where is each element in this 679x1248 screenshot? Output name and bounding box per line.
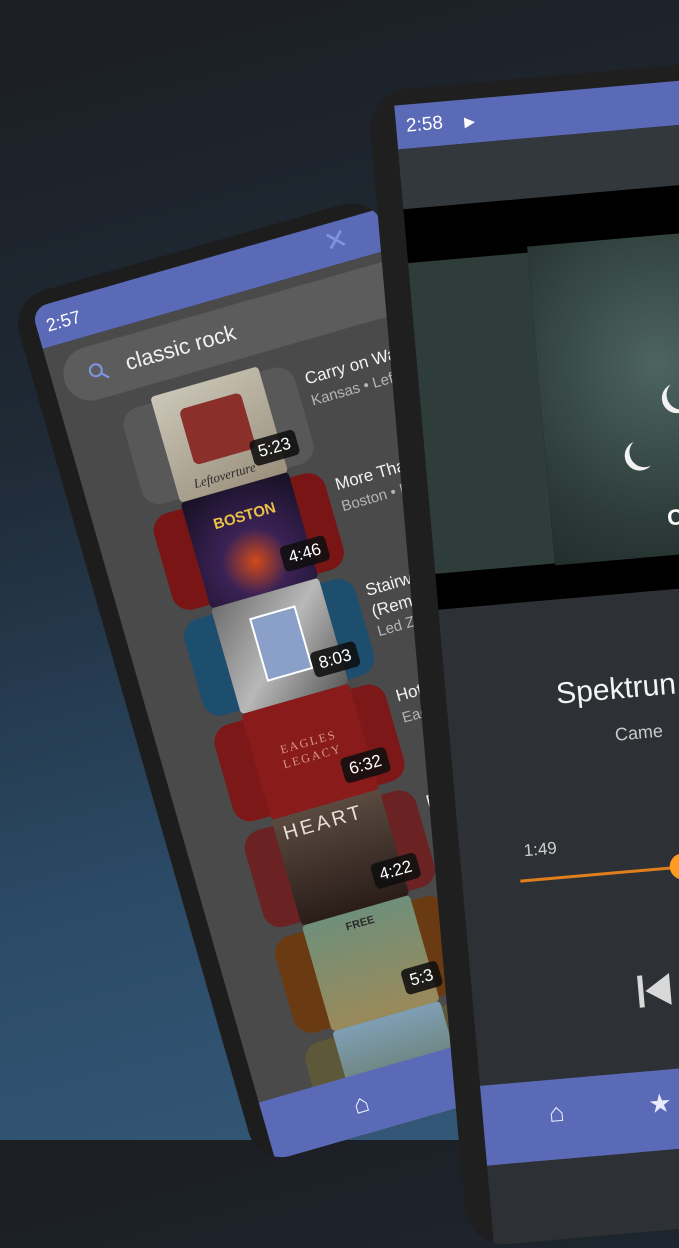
- track-artist: Came: [614, 720, 664, 745]
- elapsed-time: 1:49: [522, 838, 558, 861]
- track-title: Spektrun: [554, 667, 678, 711]
- skip-previous-icon[interactable]: [633, 969, 676, 1012]
- bottom-nav: ⌂ ★: [480, 1039, 679, 1166]
- home-icon[interactable]: ⌂: [349, 1087, 373, 1121]
- search-icon: [88, 363, 110, 379]
- cover-text: CA: [666, 502, 679, 531]
- status-time: 2:57: [43, 306, 84, 336]
- star-icon[interactable]: ★: [647, 1087, 673, 1120]
- seek-thumb[interactable]: [668, 852, 679, 881]
- play-indicator-icon: ▶: [463, 112, 476, 130]
- status-time: 2:58: [405, 112, 444, 137]
- moon-shape: [665, 378, 679, 411]
- seek-bar[interactable]: [520, 862, 679, 883]
- album-cover: CA: [527, 220, 679, 566]
- search-input[interactable]: classic rock: [122, 320, 238, 376]
- home-icon[interactable]: ⌂: [547, 1097, 565, 1129]
- moon-shape: [628, 436, 661, 469]
- album-art-text: FREE: [344, 913, 376, 934]
- album-art-text: BOSTON: [211, 499, 278, 534]
- video-area[interactable]: CA: [403, 162, 679, 610]
